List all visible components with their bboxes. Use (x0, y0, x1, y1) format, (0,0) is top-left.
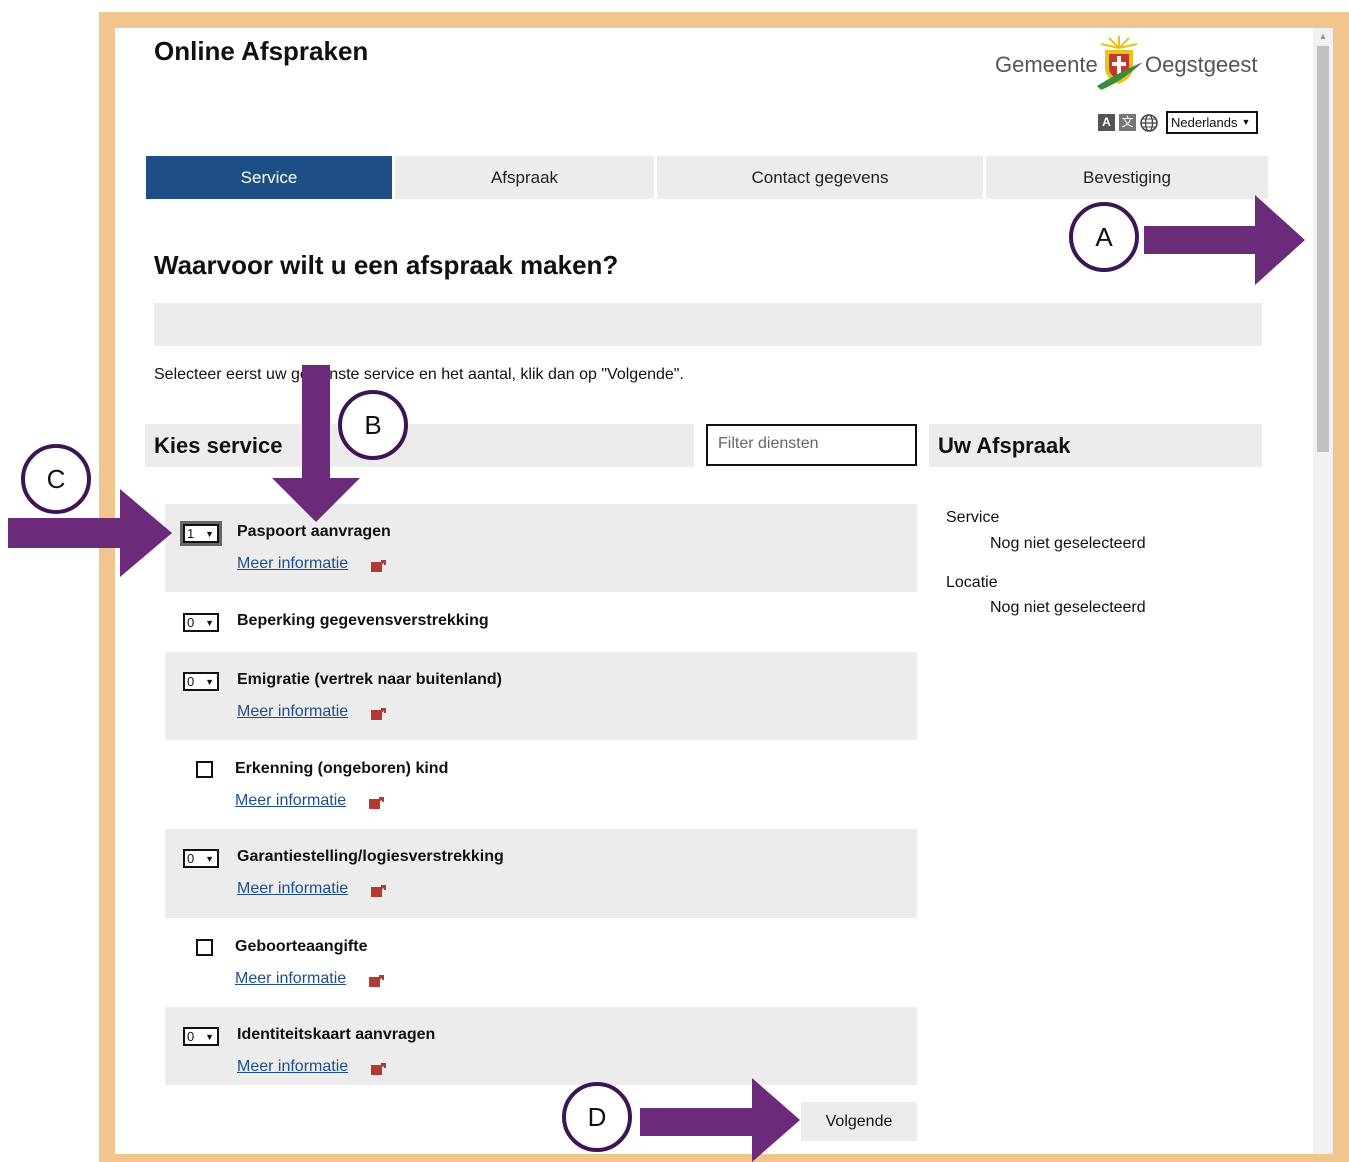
annotation-label-b: B (338, 390, 408, 460)
scroll-up-icon[interactable]: ▲ (1313, 28, 1333, 44)
tab-afspraak[interactable]: Afspraak (395, 156, 654, 199)
annotation-label-c: C (21, 444, 91, 514)
service-name: Geboorteaangifte (235, 938, 368, 955)
quantity-value: 0 (187, 1029, 195, 1044)
instruction-text: Selecteer eerst uw gewenste service en h… (154, 366, 684, 383)
chevron-down-icon: ▼ (205, 617, 214, 628)
scroll-thumb[interactable] (1317, 46, 1329, 452)
logo-text-right: Oegstgeest (1145, 52, 1258, 77)
external-link-icon (371, 1063, 386, 1075)
quantity-select[interactable]: 0 ▼ (183, 1027, 219, 1046)
chevron-down-icon: ▼ (205, 853, 214, 864)
service-name: Identiteitskaart aanvragen (237, 1026, 436, 1043)
tab-service[interactable]: Service (146, 156, 392, 199)
more-info-link[interactable]: Meer informatie (237, 555, 348, 573)
quantity-value: 0 (187, 851, 195, 866)
more-info-link[interactable]: Meer informatie (237, 880, 348, 898)
external-link-icon (369, 975, 384, 987)
quantity-select[interactable]: 1 ▼ (180, 521, 222, 546)
service-name: Beperking gegevensverstrekking (237, 612, 489, 629)
notice-bar (154, 303, 1262, 346)
summary-service-label: Service (946, 509, 1000, 526)
globe-icon[interactable] (1140, 113, 1158, 132)
annotation-label-d: D (562, 1082, 632, 1152)
summary-location-value: Nog niet geselecteerd (990, 599, 1146, 616)
tab-contact-label: Contact gegevens (751, 167, 889, 187)
external-link-icon (371, 885, 386, 897)
service-item: 0 ▼ Beperking gegevensverstrekking (165, 592, 917, 652)
uw-afspraak-label: Uw Afspraak (938, 433, 1071, 458)
page-title: Online Afspraken (154, 36, 369, 66)
service-checkbox[interactable] (196, 761, 213, 778)
summary-location-label: Locatie (946, 574, 998, 591)
service-item: 0 ▼ Identiteitskaart aanvragen Meer infor… (165, 1007, 917, 1085)
external-link-icon (371, 708, 386, 720)
quantity-value: 0 (187, 674, 195, 689)
service-item: 1 ▼ Paspoort aanvragen Meer informatie (165, 504, 917, 592)
kies-service-header: Kies service (145, 424, 694, 467)
service-name: Paspoort aanvragen (237, 523, 391, 540)
tab-bevestiging-label: Bevestiging (1083, 167, 1171, 187)
more-info-link[interactable]: Meer informatie (237, 703, 348, 721)
page: Online Afspraken Gemeente Oegstgeest A 文 (115, 28, 1313, 1154)
external-link-icon (369, 797, 384, 809)
municipality-logo: Gemeente Oegstgeest (995, 32, 1258, 92)
service-checkbox[interactable] (196, 939, 213, 956)
scrollbar[interactable]: ▲ (1313, 28, 1333, 1154)
more-info-link[interactable]: Meer informatie (235, 970, 346, 988)
annotation-label-a: A (1069, 202, 1139, 272)
next-button[interactable]: Volgende (801, 1102, 917, 1141)
filter-placeholder: Filter diensten (718, 435, 819, 452)
language-tools: A 文 Nederlands ▼ (1098, 111, 1259, 134)
tab-afspraak-label: Afspraak (490, 167, 559, 187)
service-item: 0 ▼ Garantiestelling/logiesverstrekking M… (165, 829, 917, 918)
chevron-down-icon: ▼ (205, 528, 214, 539)
service-name: Emigratie (vertrek naar buitenland) (237, 671, 502, 688)
tab-bevestiging[interactable]: Bevestiging (986, 156, 1268, 199)
crest-icon (1097, 36, 1143, 90)
section-heading: Waarvoor wilt u een afspraak maken? (154, 250, 619, 280)
service-item: 0 ▼ Emigratie (vertrek naar buitenland) M… (165, 652, 917, 740)
quantity-select[interactable]: 0 ▼ (183, 613, 219, 632)
tab-contact-gegevens[interactable]: Contact gegevens (657, 156, 983, 199)
tab-service-label: Service (240, 167, 298, 187)
chevron-down-icon: ▼ (1241, 117, 1251, 127)
chevron-down-icon: ▼ (205, 1031, 214, 1042)
service-item: Erkenning (ongeboren) kind Meer informat… (165, 740, 917, 829)
translate-icon[interactable]: 文 (1119, 114, 1136, 131)
quantity-select[interactable]: 0 ▼ (183, 849, 219, 868)
service-item: Geboorteaangifte Meer informatie (165, 918, 917, 1007)
quantity-select[interactable]: 0 ▼ (183, 672, 219, 691)
filter-input[interactable]: Filter diensten (706, 424, 917, 466)
font-size-icon[interactable]: A (1098, 114, 1115, 131)
service-name: Erkenning (ongeboren) kind (235, 760, 449, 777)
chevron-down-icon: ▼ (205, 676, 214, 687)
kies-service-label: Kies service (154, 433, 283, 458)
service-name: Garantiestelling/logiesverstrekking (237, 848, 504, 865)
quantity-value: 1 (187, 526, 195, 541)
summary-service-value: Nog niet geselecteerd (990, 535, 1146, 552)
quantity-value: 0 (187, 615, 195, 630)
language-select-value: Nederlands (1171, 115, 1238, 130)
external-link-icon (371, 560, 386, 572)
more-info-link[interactable]: Meer informatie (237, 1058, 348, 1076)
step-tabs: Service Afspraak Contact gegevens Bevest… (146, 156, 1268, 199)
logo-text-left: Gemeente (995, 52, 1098, 77)
uw-afspraak-header: Uw Afspraak (929, 424, 1262, 467)
language-select[interactable]: Nederlands ▼ (1166, 111, 1259, 134)
more-info-link[interactable]: Meer informatie (235, 792, 346, 810)
